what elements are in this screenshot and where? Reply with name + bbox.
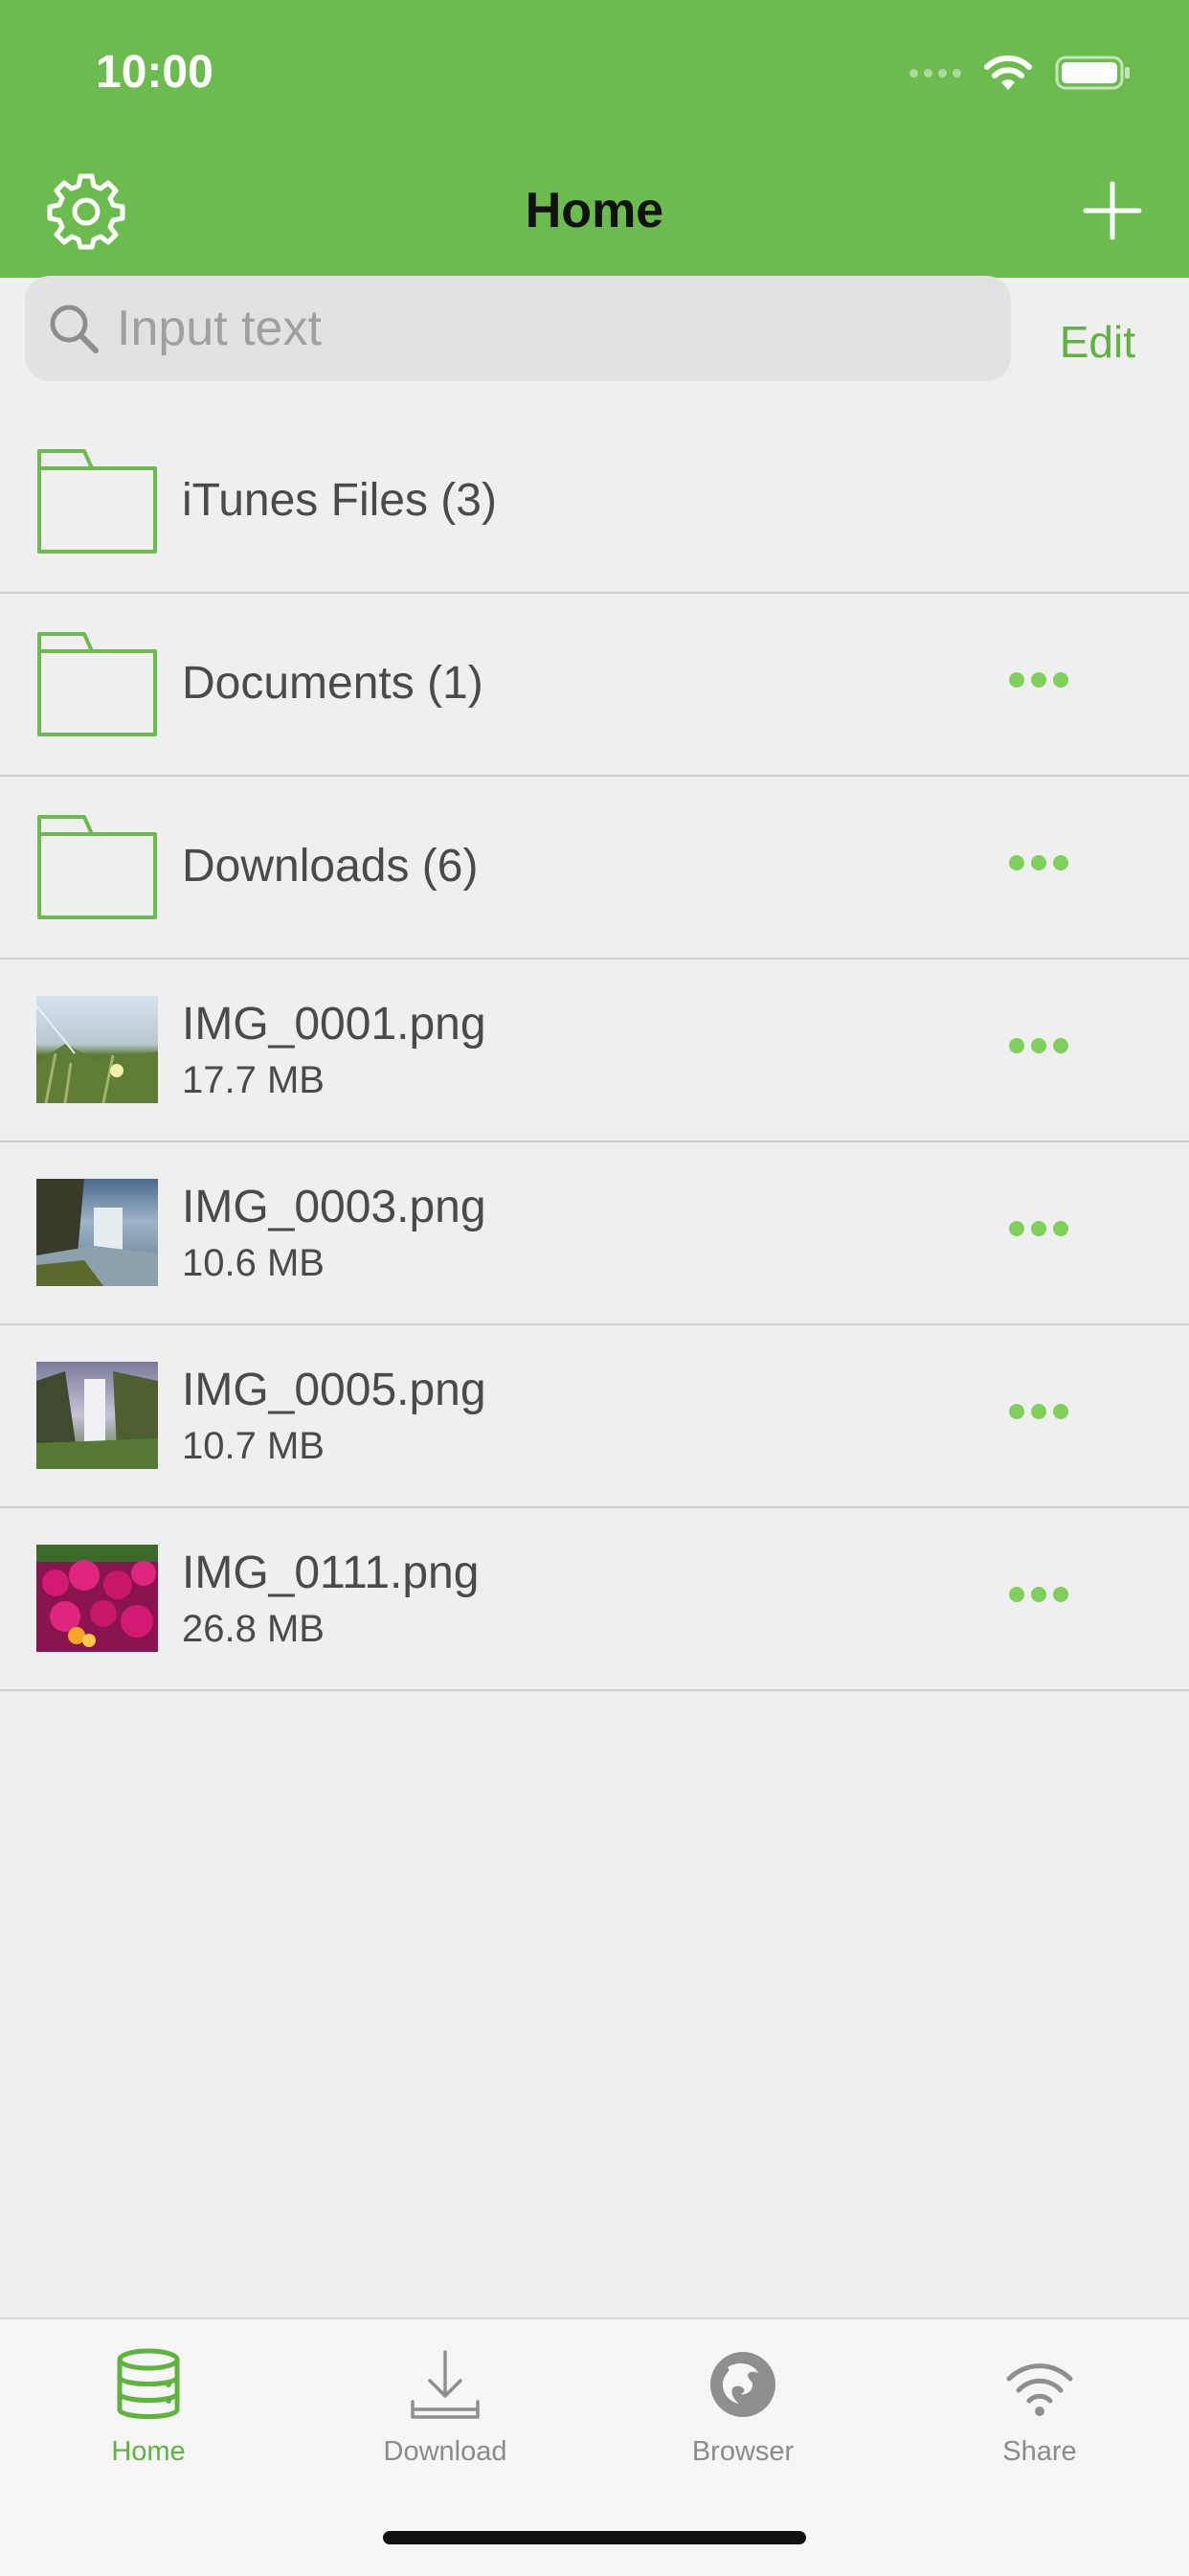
image-thumbnail (36, 1179, 158, 1286)
more-options-icon[interactable] (1009, 672, 1068, 688)
more-options-icon[interactable] (1009, 855, 1068, 870)
database-icon (117, 2348, 180, 2419)
battery-icon (1055, 56, 1130, 90)
file-list: iTunes Files (3) Documents (1) Downloads… (0, 411, 1189, 1691)
more-options-icon[interactable] (1009, 1587, 1068, 1602)
item-title: IMG_0003.png (182, 1182, 486, 1232)
list-item-img-0005[interactable]: IMG_0005.png 10.7 MB (0, 1325, 1189, 1508)
item-title: Downloads (6) (182, 841, 479, 892)
home-indicator[interactable] (383, 2531, 806, 2544)
image-thumbnail (36, 1545, 158, 1652)
browser-globe-icon (710, 2352, 775, 2417)
list-item-img-0003[interactable]: IMG_0003.png 10.6 MB (0, 1142, 1189, 1325)
tab-home[interactable]: Home (53, 2348, 244, 2468)
more-options-icon[interactable] (1009, 1404, 1068, 1419)
tab-label: Browser (691, 2436, 795, 2467)
more-options-icon[interactable] (1009, 1038, 1068, 1053)
folder-icon (37, 449, 157, 554)
status-time: 10:00 (96, 47, 213, 98)
item-size: 10.7 MB (182, 1425, 325, 1467)
tab-label: Home (111, 2436, 186, 2467)
wifi-icon (984, 55, 1032, 90)
tab-share[interactable]: Share (944, 2348, 1135, 2468)
folder-icon (37, 815, 157, 919)
item-title: IMG_0111.png (182, 1548, 480, 1598)
item-title: Documents (1) (182, 658, 483, 709)
item-title: iTunes Files (3) (182, 475, 497, 526)
item-size: 26.8 MB (182, 1608, 325, 1650)
list-item-img-0001[interactable]: IMG_0001.png 17.7 MB (0, 960, 1189, 1142)
tab-browser[interactable]: Browser (647, 2348, 839, 2468)
item-size: 17.7 MB (182, 1059, 325, 1101)
search-icon (50, 305, 99, 353)
wifi-share-icon (1006, 2363, 1073, 2416)
item-title: IMG_0001.png (182, 999, 486, 1050)
item-title: IMG_0005.png (182, 1365, 486, 1415)
plus-icon[interactable] (1082, 180, 1143, 241)
search-input[interactable] (115, 299, 980, 358)
more-options-icon[interactable] (1009, 1221, 1068, 1236)
signal-icon (909, 68, 961, 78)
list-item-img-0111[interactable]: IMG_0111.png 26.8 MB (0, 1508, 1189, 1691)
tab-download[interactable]: Download (349, 2348, 541, 2468)
image-thumbnail (36, 1362, 158, 1469)
edit-button[interactable]: Edit (1060, 316, 1135, 368)
tab-label: Download (383, 2436, 507, 2467)
navigation-bar: 10:00 Home (0, 0, 1189, 278)
list-item-itunes-files[interactable]: iTunes Files (3) (0, 411, 1189, 594)
search-bar[interactable] (25, 276, 1011, 381)
list-item-documents[interactable]: Documents (1) (0, 594, 1189, 777)
folder-icon (37, 632, 157, 736)
image-thumbnail (36, 996, 158, 1103)
list-item-downloads[interactable]: Downloads (6) (0, 777, 1189, 960)
item-size: 10.6 MB (182, 1242, 325, 1284)
page-title: Home (525, 183, 664, 238)
status-indicators (909, 54, 1132, 92)
tab-label: Share (1002, 2436, 1077, 2467)
download-icon (411, 2350, 480, 2419)
